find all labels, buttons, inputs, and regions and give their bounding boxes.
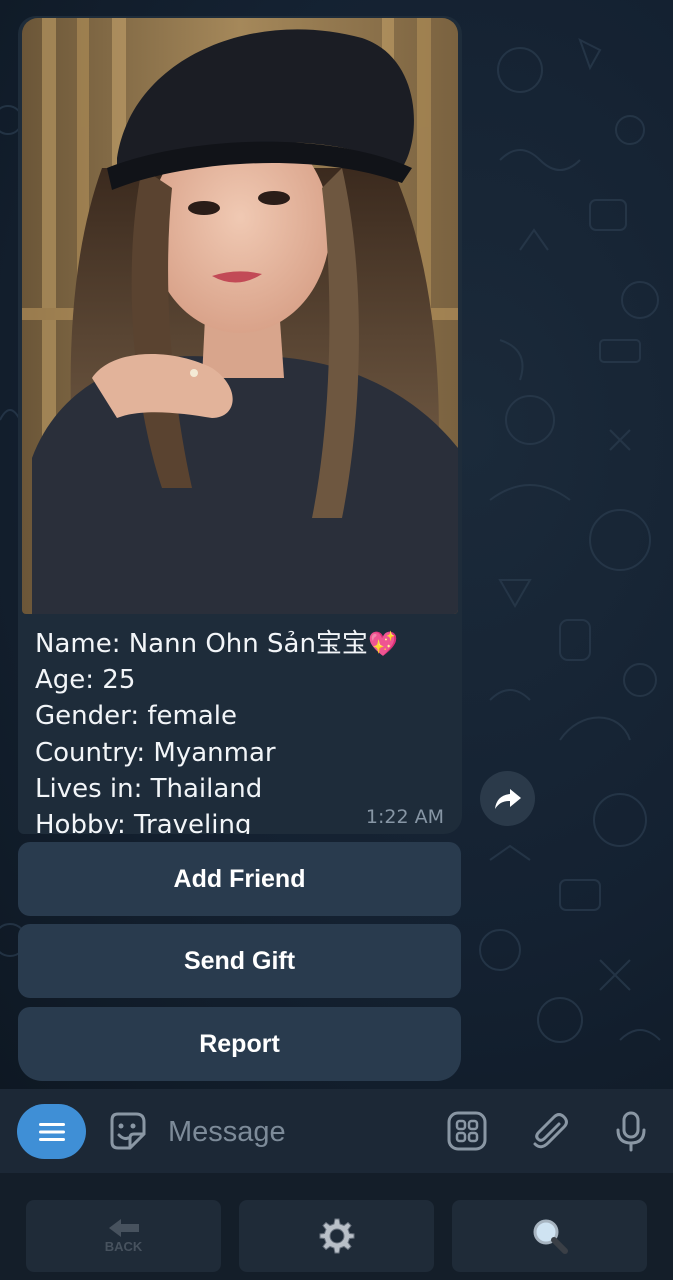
attach-button[interactable] (527, 1108, 573, 1154)
message-time: 1:22 AM (365, 806, 444, 828)
sparkling-heart-emoji: 💖 (367, 630, 398, 658)
paperclip-icon (533, 1113, 568, 1149)
message-input[interactable] (166, 1108, 430, 1156)
settings-button[interactable] (239, 1200, 434, 1272)
gear-icon (319, 1218, 354, 1254)
sticker-button[interactable] (104, 1108, 150, 1154)
bot-keyboard-button[interactable] (444, 1108, 490, 1154)
back-icon-group: BACK (104, 1218, 143, 1254)
profile-photo-image (22, 18, 458, 614)
share-button[interactable] (480, 771, 535, 826)
menu-lines-icon (38, 1122, 65, 1141)
back-button[interactable]: BACK (26, 1200, 221, 1272)
voice-record-button[interactable] (608, 1108, 654, 1154)
profile-name-line: Name: Nann Ohn Sản宝宝💖 (35, 626, 445, 662)
report-label: Report (199, 1029, 280, 1058)
profile-photo[interactable] (22, 18, 458, 614)
profile-country: Country: Myanmar (35, 737, 276, 768)
back-label: BACK (104, 1239, 143, 1254)
magnifier-icon (533, 1219, 568, 1254)
add-friend-button[interactable]: Add Friend (18, 842, 461, 916)
report-button[interactable]: Report (18, 1007, 461, 1081)
search-button[interactable] (452, 1200, 647, 1272)
add-friend-label: Add Friend (173, 864, 306, 893)
share-arrow-icon (494, 788, 521, 809)
profile-gender: Gender: female (35, 701, 238, 732)
microphone-icon (616, 1111, 646, 1152)
back-arrow-icon (108, 1219, 139, 1237)
send-gift-button[interactable]: Send Gift (18, 924, 461, 998)
keyboard-grid-icon (447, 1111, 487, 1151)
bot-menu-button[interactable] (17, 1104, 86, 1159)
profile-message-bubble[interactable]: Name: Nann Ohn Sản宝宝💖 Age: 25 Gender: fe… (18, 16, 462, 834)
send-gift-label: Send Gift (183, 946, 296, 975)
profile-lives-in: Lives in: Thailand (35, 773, 263, 804)
profile-caption: Name: Nann Ohn Sản宝宝💖 Age: 25 Gender: fe… (35, 626, 445, 834)
sticker-icon (110, 1112, 146, 1150)
profile-age: Age: 25 (35, 665, 136, 696)
profile-name: Name: Nann Ohn Sản宝宝 (35, 629, 368, 659)
